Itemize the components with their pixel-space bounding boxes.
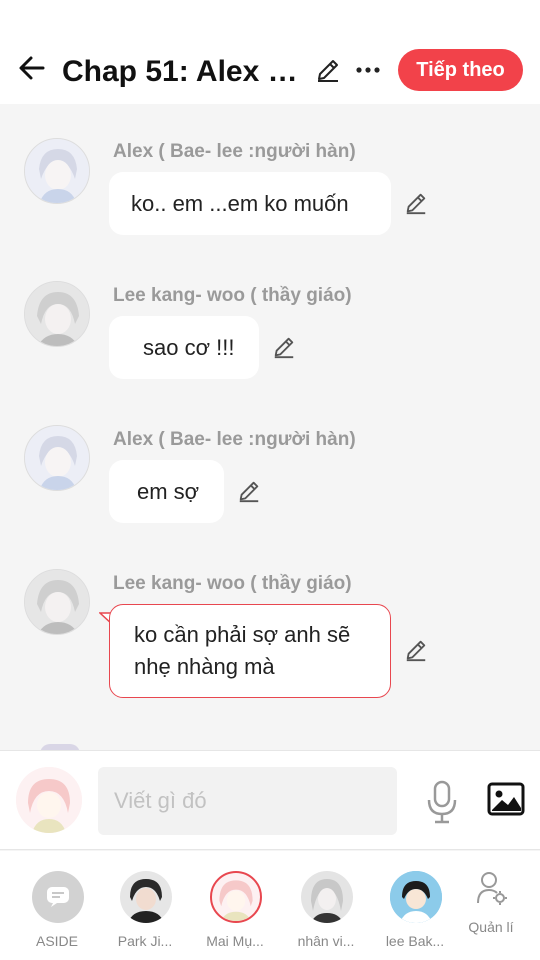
message-input[interactable] [98, 767, 397, 835]
avatar[interactable] [24, 569, 90, 635]
character-label: nhân vi... [297, 933, 355, 949]
edit-message-button[interactable] [270, 333, 298, 361]
pencil-icon [406, 193, 426, 215]
mic-icon [427, 780, 457, 824]
composer [0, 750, 540, 850]
avatar [390, 871, 442, 923]
avatar[interactable] [24, 425, 90, 491]
sender-name: Alex ( Bae- lee :người hàn) [113, 429, 356, 450]
pencil-icon [274, 337, 294, 359]
avatar [120, 871, 172, 923]
avatar[interactable] [24, 281, 90, 347]
character-mai[interactable]: Mai Mụ... [190, 871, 280, 951]
character-park[interactable]: Park Ji... [100, 871, 190, 951]
chat-area[interactable]: Alex ( Bae- lee :người hàn) ko.. em ...e… [0, 104, 540, 750]
character-label: lee Bak... [385, 933, 445, 949]
character-label: Park Ji... [117, 933, 173, 949]
character-lee[interactable]: lee Bak... [370, 871, 460, 951]
pencil-icon [318, 60, 338, 82]
image-button[interactable] [486, 781, 526, 817]
voice-button[interactable] [424, 779, 460, 825]
image-icon [487, 782, 525, 816]
more-icon [356, 67, 380, 73]
character-aside[interactable]: ASIDE [12, 871, 102, 951]
more-options-button[interactable] [350, 54, 386, 86]
back-button[interactable] [16, 52, 48, 84]
pencil-icon [239, 481, 259, 503]
avatar-selected [210, 871, 262, 923]
message-bubble[interactable]: em sợ [109, 460, 224, 523]
edit-message-button[interactable] [402, 189, 430, 217]
aside-avatar [32, 871, 84, 923]
character-label: Mai Mụ... [206, 933, 264, 949]
sender-name: Lee kang- woo ( thầy giáo) [113, 573, 352, 594]
user-gear-icon [477, 872, 507, 905]
message-text: ko.. em ...em ko muốn [131, 190, 349, 216]
message-bubble[interactable]: sao cơ !!! [109, 316, 259, 379]
chapter-title: Chap 51: Alex v... [62, 55, 304, 88]
character-label: ASIDE [35, 933, 78, 949]
next-button[interactable]: Tiếp theo [398, 49, 523, 91]
avatar[interactable] [24, 138, 90, 204]
edit-message-button[interactable] [402, 636, 430, 664]
top-bar: Chap 51: Alex v... Tiếp theo [0, 0, 540, 104]
pencil-icon [406, 640, 426, 662]
message-text: sao cơ !!! [143, 334, 235, 360]
character-nhan-vien[interactable]: nhân vi... [281, 871, 371, 951]
message-text: em sợ [137, 478, 200, 504]
sender-name: Alex ( Bae- lee :người hàn) [113, 141, 356, 162]
message-text: ko cần phải sợ anh sẽ nhẹ nhàng mà [134, 622, 351, 679]
chat-bubble-icon [47, 887, 69, 907]
edit-message-button[interactable] [235, 477, 263, 505]
sender-name: Lee kang- woo ( thầy giáo) [113, 285, 352, 306]
manage-label: Quản lí [468, 919, 514, 935]
message-bubble-selected[interactable]: ko cần phải sợ anh sẽ nhẹ nhàng mà [109, 604, 391, 698]
manage-characters-button[interactable]: Quản lí [458, 871, 524, 951]
arrow-left-icon [19, 56, 45, 80]
edit-title-button[interactable] [312, 54, 344, 86]
avatar [301, 871, 353, 923]
message-bubble[interactable]: ko.. em ...em ko muốn [109, 172, 391, 235]
current-character-avatar[interactable] [16, 767, 82, 833]
character-bar: ASIDE Park Ji... Mai Mụ... nhân vi... le… [0, 851, 540, 960]
